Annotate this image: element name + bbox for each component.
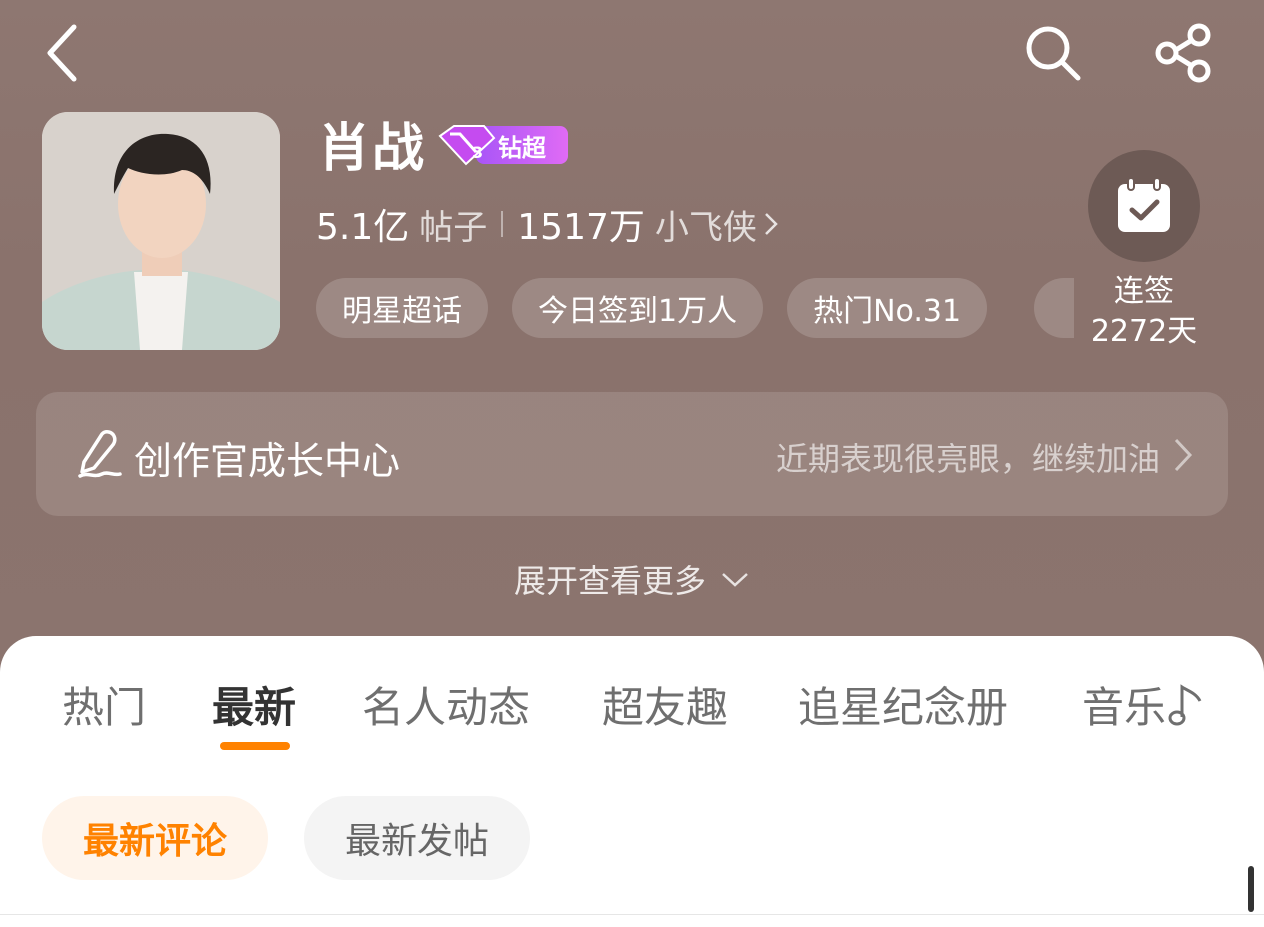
topic-stats: 5.1亿 帖子 1517万 小飞侠	[316, 198, 779, 250]
divider	[501, 211, 504, 237]
chevron-left-icon	[47, 24, 77, 82]
expand-label: 展开查看更多	[513, 562, 706, 600]
chevron-right-icon	[1174, 438, 1193, 472]
sort-latest-comments-chip[interactable]: 最新评论	[42, 796, 268, 880]
tab-music-label: 音乐	[1082, 683, 1167, 732]
search-button[interactable]	[1020, 22, 1086, 84]
active-tab-indicator	[220, 742, 290, 750]
tag-hot-rank[interactable]: 热门No.31	[787, 278, 988, 338]
share-icon	[1155, 23, 1211, 83]
tag-checkin-count[interactable]: 今日签到1万人	[512, 278, 764, 338]
followers-count[interactable]: 1517万	[517, 198, 645, 250]
followers-unit[interactable]: 小飞侠	[655, 200, 757, 249]
topic-title: 肖战	[318, 119, 427, 179]
checkin-button[interactable]	[1088, 150, 1200, 262]
tab-fan-album[interactable]: 追星纪念册	[798, 674, 1008, 735]
growth-center-subtitle: 近期表现很亮眼，继续加油	[775, 440, 1160, 478]
posts-count: 5.1亿	[316, 207, 410, 248]
growth-center-banner[interactable]: 创作官成长中心 近期表现很亮眼，继续加油	[36, 392, 1228, 516]
topic-header: 肖战 3 钻超 5.1亿 帖子 1517万 小飞侠 明星超话 今日签到1万人 热…	[0, 0, 1264, 700]
music-note-icon	[1168, 683, 1202, 725]
back-button[interactable]	[34, 22, 90, 84]
chevron-right-icon	[765, 213, 778, 235]
tab-super-fun[interactable]: 超友趣	[602, 674, 728, 735]
checkin-label: 连签	[1114, 274, 1174, 309]
tag-star-topic[interactable]: 明星超话	[316, 278, 488, 338]
topic-tags: 明星超话 今日签到1万人 热门No.31	[316, 278, 988, 338]
avatar[interactable]	[42, 112, 280, 350]
feed-panel: 热门 最新 名人动态 超友趣 追星纪念册 音乐 最新评论 最新发帖	[0, 636, 1264, 927]
search-icon	[1026, 26, 1081, 81]
svg-text:3: 3	[472, 143, 483, 162]
divider	[0, 914, 1264, 915]
share-button[interactable]	[1150, 22, 1216, 84]
avatar-photo	[42, 112, 280, 350]
checkin-days: 2272天	[1090, 314, 1198, 349]
feed-tabs: 热门 最新 名人动态 超友趣 追星纪念册 音乐	[0, 674, 1264, 734]
tab-music[interactable]: 音乐	[1082, 674, 1204, 735]
tab-latest[interactable]: 最新	[212, 674, 296, 735]
checkin-streak: 连签 2272天	[1082, 272, 1206, 352]
tab-hot[interactable]: 热门	[62, 674, 146, 735]
growth-center-title: 创作官成长中心	[134, 439, 401, 483]
tab-celebrity-updates[interactable]: 名人动态	[362, 674, 530, 735]
chevron-down-icon	[722, 573, 748, 587]
badge-label: 钻超	[498, 134, 546, 162]
expand-more-button[interactable]: 展开查看更多	[0, 556, 1264, 602]
posts-unit: 帖子	[419, 207, 488, 248]
calendar-check-icon	[1118, 177, 1170, 232]
pen-signature-icon	[78, 430, 122, 478]
sort-latest-posts-chip[interactable]: 最新发帖	[304, 796, 530, 880]
tag-overflow[interactable]	[1034, 278, 1074, 338]
scrollbar[interactable]	[1248, 866, 1254, 912]
